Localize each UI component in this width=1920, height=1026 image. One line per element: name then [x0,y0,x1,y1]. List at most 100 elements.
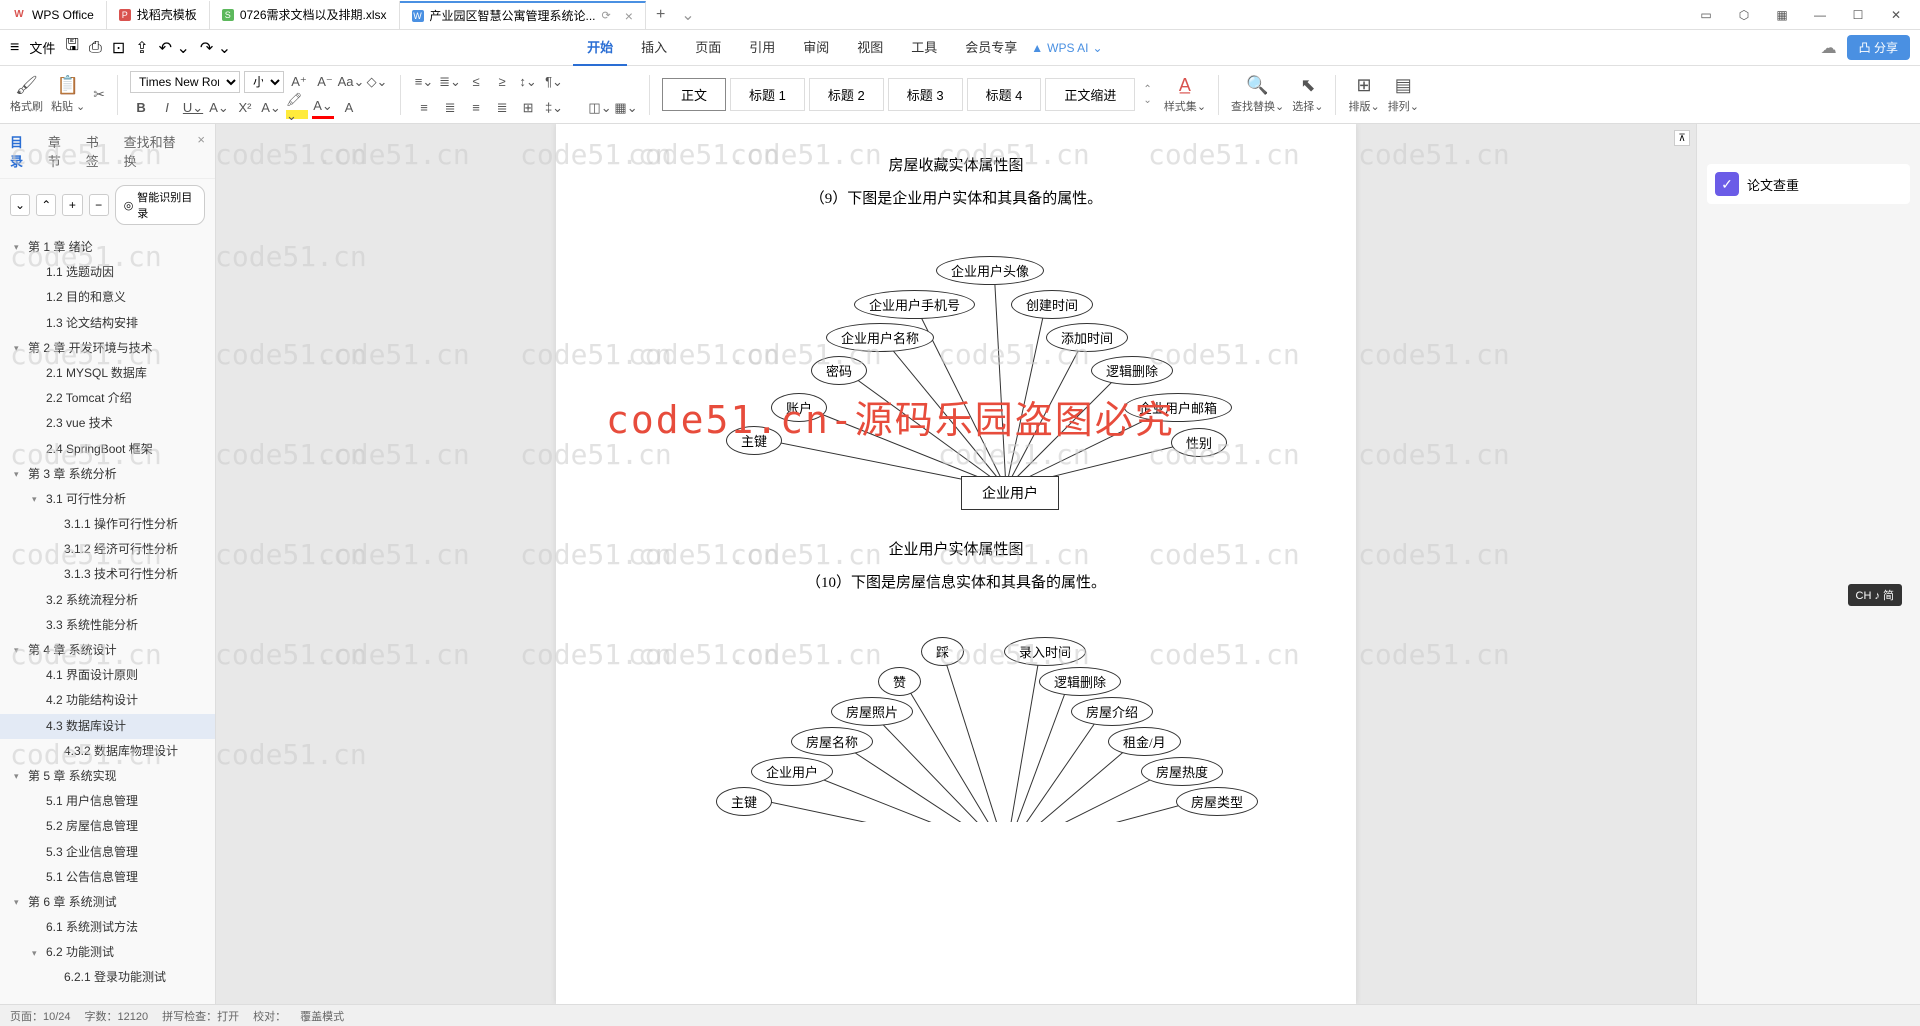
indent-right-icon[interactable]: ≥ [491,71,513,93]
toc-item[interactable]: ▾3.1 可行性分析 [0,487,215,512]
font-size-select[interactable]: 小四 [244,71,284,93]
style-indent[interactable]: 正文缩进 [1045,78,1135,111]
sort-button[interactable]: ⊞ 排版⌄ [1348,75,1379,114]
underline-icon[interactable]: U⌄ [182,97,204,119]
font-color-icon[interactable]: A⌄ [312,97,334,119]
indent-left-icon[interactable]: ≤ [465,71,487,93]
toc-item[interactable]: 5.1 用户信息管理 [0,789,215,814]
nav-tab-find[interactable]: 查找和替换 [124,132,184,170]
nav-tool-down[interactable]: ⌄ [10,194,30,216]
tab-wps-office[interactable]: W WPS Office [0,1,107,29]
status-mode[interactable]: 覆盖模式 [300,1008,344,1024]
paste-button[interactable]: 📋 粘贴 ⌄ [51,75,85,114]
menu-tab-tools[interactable]: 工具 [897,29,951,66]
style-h3[interactable]: 标题 3 [888,78,963,111]
toc-item[interactable]: 6.2.1 登录功能测试 [0,965,215,990]
border-icon[interactable]: ▦⌄ [615,97,637,119]
ruler-toggle-icon[interactable]: ⊼ [1674,130,1690,146]
tab-dropdown-icon[interactable]: ⌄ [675,5,700,25]
wps-ai-button[interactable]: ▲WPS AI⌄ [1031,29,1102,66]
highlight-icon[interactable]: 🖍⌄ [286,97,308,119]
undo-icon[interactable]: ↶ ⌄ [159,38,190,58]
select-button[interactable]: ⬉ 选择⌄ [1292,75,1323,114]
nav-tab-chapter[interactable]: 章节 [48,132,72,170]
ime-badge[interactable]: CH ♪ 简 [1848,584,1903,606]
toc-item[interactable]: ▾第 4 章 系统设计 [0,638,215,663]
close-nav-icon[interactable]: × [197,132,205,170]
tab-xlsx[interactable]: S 0726需求文档以及排期.xlsx [210,1,400,29]
align-left-icon[interactable]: ≡ [413,97,435,119]
menu-tab-insert[interactable]: 插入 [627,29,681,66]
toc-item[interactable]: 3.1.3 技术可行性分析 [0,562,215,587]
tab-template[interactable]: P 找稻壳模板 [107,1,210,29]
strikethrough-icon[interactable]: A⌄ [208,97,230,119]
menu-icon[interactable]: ≡ [10,39,19,57]
nav-tool-minus[interactable]: − [89,194,109,216]
align-right-icon[interactable]: ≡ [465,97,487,119]
cloud-icon[interactable]: ☁ [1821,38,1837,58]
char-effect-icon[interactable]: A⌄ [260,97,282,119]
toc-item[interactable]: 4.3.2 数据库物理设计 [0,739,215,764]
close-tab-icon[interactable]: × [625,8,633,24]
line-spacing-icon[interactable]: ‡⌄ [543,97,565,119]
style-h4[interactable]: 标题 4 [967,78,1042,111]
redo-icon[interactable]: ↷ ⌄ [200,38,231,58]
smart-toc-button[interactable]: ◎智能识别目录 [115,185,205,225]
toc-item[interactable]: 2.4 SpringBoot 框架 [0,437,215,462]
menu-tab-review[interactable]: 审阅 [789,29,843,66]
paragraph-icon[interactable]: ¶⌄ [543,71,565,93]
file-menu[interactable]: 文件 [29,38,55,57]
toc-item[interactable]: ▾第 1 章 绪论 [0,235,215,260]
nav-tab-toc[interactable]: 目录 [10,132,34,170]
preview-icon[interactable]: ⊡ [112,38,125,58]
bold-icon[interactable]: B [130,97,152,119]
sort-icon[interactable]: ↕⌄ [517,71,539,93]
italic-icon[interactable]: I [156,97,178,119]
style-normal[interactable]: 正文 [662,78,726,111]
font-color-icon2[interactable]: A [338,97,360,119]
toc-item[interactable]: ▾第 3 章 系统分析 [0,462,215,487]
menu-tab-reference[interactable]: 引用 [735,29,789,66]
document-area[interactable]: 房屋收藏实体属性图 （9）下图是企业用户实体和其具备的属性。 主 [216,124,1696,1004]
bullet-list-icon[interactable]: ≡⌄ [413,71,435,93]
justify-icon[interactable]: ≣ [491,97,513,119]
toc-item[interactable]: 3.1.1 操作可行性分析 [0,512,215,537]
export-icon[interactable]: ⇪ [135,38,148,58]
nav-tool-plus[interactable]: + [62,194,82,216]
menu-tab-view[interactable]: 视图 [843,29,897,66]
arrange-button[interactable]: ▤ 排列⌄ [1388,75,1419,114]
toc-item[interactable]: 6.1 系统测试方法 [0,915,215,940]
save-icon[interactable]: 🖫 [65,34,79,61]
app-icon-3[interactable]: ▦ [1770,3,1794,27]
number-list-icon[interactable]: ≣⌄ [439,71,461,93]
app-icon-1[interactable]: ▭ [1694,3,1718,27]
toc-item[interactable]: 2.1 MYSQL 数据库 [0,361,215,386]
minimize-button[interactable]: — [1808,3,1832,27]
status-proof[interactable]: 校对： [253,1008,286,1024]
toc-item[interactable]: ▾第 6 章 系统测试 [0,890,215,915]
paper-check-button[interactable]: ✓ 论文查重 [1707,164,1910,204]
status-spell[interactable]: 拼写检查：打开 [162,1008,239,1024]
change-case-icon[interactable]: Aa⌄ [340,71,362,93]
toc-item[interactable]: 5.3 企业信息管理 [0,840,215,865]
toc-item[interactable]: ▾第 5 章 系统实现 [0,764,215,789]
menu-tab-member[interactable]: 会员专享 [951,29,1031,66]
toc-item[interactable]: 3.3 系统性能分析 [0,613,215,638]
style-h2[interactable]: 标题 2 [809,78,884,111]
toc-item[interactable]: 3.2 系统流程分析 [0,588,215,613]
nav-tab-bookmark[interactable]: 书签 [86,132,110,170]
style-scroll[interactable]: ⌃⌄ [1139,84,1155,106]
toc-item[interactable]: 3.1.2 经济可行性分析 [0,537,215,562]
tab-doc-active[interactable]: W 产业园区智慧公寓管理系统论... ⟳ × [400,1,646,29]
nav-tool-up[interactable]: ⌃ [36,194,56,216]
format-painter-button[interactable]: 🖌 格式刷 [10,75,43,114]
toc-item[interactable]: 2.3 vue 技术 [0,411,215,436]
toc-item[interactable]: 5.1 公告信息管理 [0,865,215,890]
menu-tab-start[interactable]: 开始 [573,29,627,66]
cut-icon[interactable]: ✂ [93,86,105,103]
shading-icon[interactable]: ◫⌄ [589,97,611,119]
decrease-font-icon[interactable]: A⁻ [314,71,336,93]
maximize-button[interactable]: ☐ [1846,3,1870,27]
close-window-button[interactable]: ✕ [1884,3,1908,27]
toc-item[interactable]: 1.3 论文结构安排 [0,311,215,336]
